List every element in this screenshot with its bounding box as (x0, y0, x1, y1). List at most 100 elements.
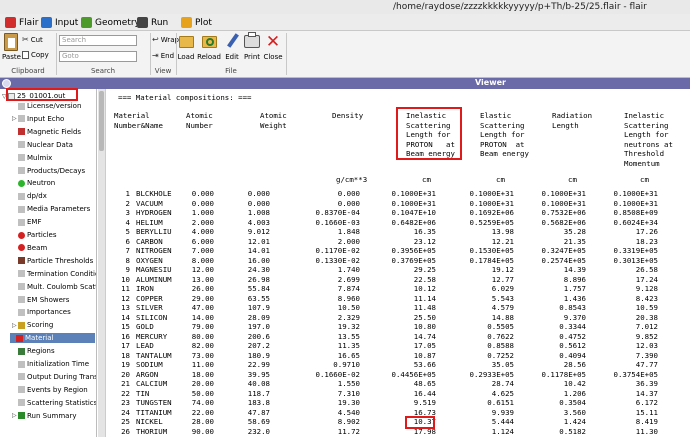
tree-item[interactable]: ▷ Run Summary (12, 411, 76, 421)
tree-item[interactable]: Initialization Time (12, 359, 89, 369)
tree-item-label: EM Showers (27, 295, 70, 304)
table-cell: 0.3769E+05 (391, 255, 437, 265)
edit-button[interactable]: Edit (223, 33, 241, 61)
table-cell: 22.00 (191, 407, 214, 417)
table-cell: 10.80 (413, 322, 436, 331)
table-cell: 29.25 (413, 265, 436, 274)
expand-icon[interactable]: ▷ (12, 322, 17, 329)
tab-input[interactable]: Input (38, 15, 81, 30)
table-cell: 0.000 (247, 198, 270, 208)
column-header: Elastic Scattering Length for PROTON at … (480, 111, 529, 158)
table-cell: 0.000 (191, 189, 214, 198)
tree-item[interactable]: Termination Conditio (12, 269, 96, 279)
tree-item[interactable]: ▷ Scoring (12, 320, 53, 330)
table-cell: 1.206 (563, 388, 586, 398)
tree-item[interactable]: Material (10, 333, 95, 344)
table-cell: 58.69 (247, 417, 270, 426)
close-button[interactable]: ✕ Close (263, 33, 283, 61)
table-cell: 0.1784E+05 (469, 255, 515, 265)
tree-item-label: Importances (27, 308, 71, 317)
tree-item[interactable]: Media Parameters (12, 204, 90, 214)
tree-scrollbar[interactable] (98, 89, 106, 437)
table-cell: 39.95 (247, 369, 270, 379)
table-cell: 197.0 (247, 322, 270, 331)
copy-button[interactable]: Copy (22, 51, 49, 59)
table-row: 10 ALUMINUM 13.00 26.98 2.699 22.58 12.77 8.896… (106, 275, 690, 284)
settings-icon[interactable] (2, 79, 11, 88)
table-cell: 0.000 (247, 189, 270, 198)
table-cell: 29.00 (191, 293, 214, 303)
table-cell: 25.50 (413, 312, 436, 322)
table-cell: 53.66 (413, 360, 436, 369)
load-label: Load (177, 53, 195, 61)
table-cell: 47.87 (247, 407, 270, 417)
tree-item[interactable]: Mulmix (12, 153, 52, 163)
table-cell: 0.1000E+31 (613, 198, 659, 208)
tree-item-label: Material (25, 334, 54, 343)
table-row: 24 TITANIUM 22.00 47.87 4.540 16.73 9.939 3.560… (106, 408, 690, 417)
table-cell: 26.00 (191, 284, 214, 293)
expand-icon[interactable]: ▷ (12, 115, 17, 122)
doc-icon (18, 218, 25, 226)
print-button[interactable]: Print (243, 32, 261, 61)
table-cell: 13.98 (491, 227, 514, 236)
table-cell: 16.35 (413, 227, 436, 236)
table-cell: 8.896 (563, 274, 586, 284)
table-cell: 0.5612 (559, 341, 586, 350)
tree-item[interactable]: dp/dx (12, 191, 47, 201)
tree-item[interactable]: EM Showers (12, 295, 69, 305)
tree-item[interactable]: EMF (12, 217, 42, 227)
tree-item[interactable]: Nuclear Data (12, 140, 73, 150)
tree-item[interactable]: Magnetic Fields (12, 127, 81, 137)
table-cell: 48.65 (413, 379, 436, 388)
doc-icon (18, 154, 25, 162)
tree-item[interactable]: Events by Region (12, 385, 88, 395)
tree-item[interactable]: Regions (12, 346, 55, 356)
view-group-label: View (154, 67, 172, 75)
search-input[interactable]: Search (59, 35, 137, 46)
table-cell: 2.329 (337, 312, 360, 322)
paste-button[interactable]: Paste (2, 33, 21, 61)
tab-flair[interactable]: Flair (2, 15, 41, 30)
tree-item[interactable]: Neutron (12, 178, 55, 188)
clipboard-group-label: Clipboard (11, 67, 45, 75)
table-cell: 55.84 (247, 284, 270, 293)
wrap-button[interactable]: ↩ Wrap (152, 35, 179, 44)
column-header: Density (332, 111, 364, 120)
end-button[interactable]: ⇥ End (152, 51, 174, 60)
tree-item[interactable]: Mult. Coulomb Scatte (12, 282, 96, 292)
table-cell: 7.390 (635, 350, 658, 360)
tree-item[interactable]: Output During Trans (12, 372, 96, 382)
table-cell: 74.00 (191, 398, 214, 407)
tree-item[interactable]: Products/Decays (12, 166, 85, 176)
table-row: 21 CALCIUM 20.00 40.08 1.550 48.65 28.74 10.42 3… (106, 379, 690, 388)
table-cell: 23 (121, 398, 130, 407)
table-cell: 0.1047E+10 (391, 208, 437, 217)
goto-input[interactable]: Goto (59, 51, 137, 62)
table-cell: 0.1000E+31 (613, 189, 659, 198)
tab-plot[interactable]: Plot (178, 15, 215, 30)
scroll-thumb[interactable] (99, 91, 104, 151)
table-cell: 4.003 (247, 217, 270, 227)
table-cell: 0.8543 (559, 303, 586, 312)
table-row: 3 HYDROGEN 1.000 1.008 0.8370E-04 0.1047E+10 0… (106, 208, 690, 217)
load-button[interactable]: Load (177, 33, 195, 61)
table-cell: 10.87 (413, 350, 436, 360)
table-cell: 0.1692E+06 (469, 208, 515, 217)
cut-button[interactable]: ✂ Cut (22, 35, 43, 44)
tree-item[interactable]: Particles (12, 230, 57, 240)
tree-item[interactable]: Particle Thresholds (12, 256, 93, 266)
table-cell: 22.99 (247, 360, 270, 369)
tree-item[interactable]: ▷ Input Echo (12, 114, 64, 124)
tree-item[interactable]: License/version (12, 101, 81, 111)
tree-item-label: EMF (27, 218, 42, 227)
table-cell: 11 (121, 284, 130, 293)
tab-run[interactable]: Run (134, 15, 171, 30)
tree-item[interactable]: Importances (12, 307, 71, 317)
tree-item[interactable]: Beam (12, 243, 47, 253)
table-cell: 28.09 (247, 312, 270, 322)
tree-item[interactable]: Scattering Statistics (12, 398, 96, 408)
cut-label: Cut (30, 35, 43, 44)
reload-button[interactable]: Reload (197, 33, 221, 61)
expand-icon[interactable]: ▷ (12, 412, 17, 419)
